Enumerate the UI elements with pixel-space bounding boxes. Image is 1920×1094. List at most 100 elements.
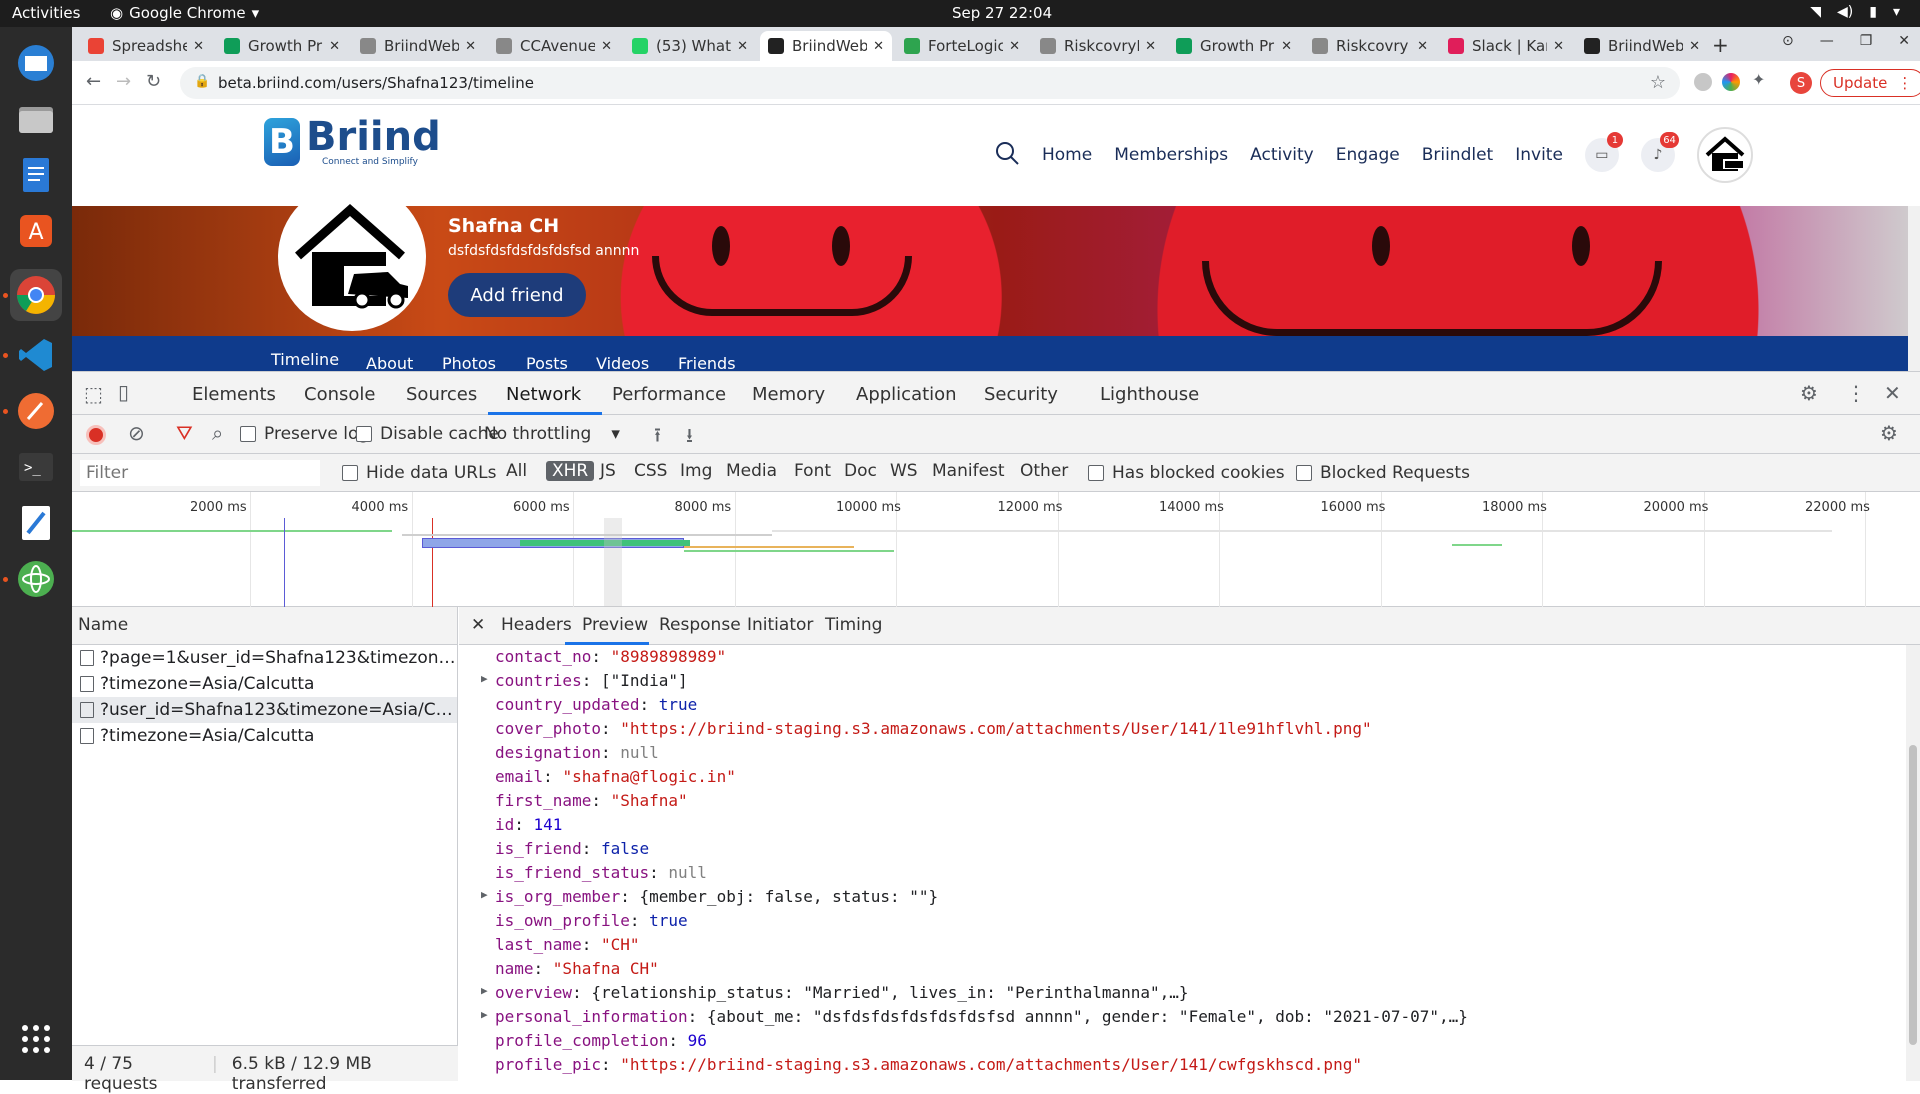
tab-posts[interactable]: Posts bbox=[526, 354, 568, 371]
filter-js[interactable]: JS bbox=[600, 461, 616, 481]
briind-logo[interactable]: B Briind Connect and Simplify bbox=[264, 117, 441, 167]
add-friend-button[interactable]: Add friend bbox=[448, 273, 586, 317]
filter-ws[interactable]: WS bbox=[890, 461, 918, 481]
tab-close-icon[interactable]: ✕ bbox=[601, 39, 612, 54]
app-menu[interactable]: ◉ Google Chrome ▾ bbox=[110, 4, 259, 22]
postman-icon[interactable] bbox=[10, 385, 62, 437]
bookmark-star-icon[interactable]: ☆ bbox=[1650, 72, 1666, 93]
minimize-button[interactable]: — bbox=[1820, 33, 1834, 49]
forward-button[interactable]: → bbox=[116, 71, 131, 92]
profile-picture[interactable] bbox=[278, 183, 426, 331]
tab-friends[interactable]: Friends bbox=[678, 354, 736, 371]
activities-button[interactable]: Activities bbox=[12, 4, 80, 22]
tab-security[interactable]: Security bbox=[984, 384, 1058, 405]
close-devtools-icon[interactable]: ✕ bbox=[1884, 381, 1901, 405]
request-row[interactable]: ?timezone=Asia/Calcutta bbox=[72, 723, 457, 749]
maximize-button[interactable]: ❐ bbox=[1860, 33, 1873, 49]
preview-scrollbar[interactable] bbox=[1906, 645, 1920, 1081]
preview-property-row[interactable]: ▶ is_org_member: {member_obj: false, stat… bbox=[459, 885, 1899, 909]
request-row-selected[interactable]: ?user_id=Shafna123&timezone=Asia/Calcutt… bbox=[72, 697, 457, 723]
thunderbird-icon[interactable] bbox=[10, 37, 62, 89]
tab-lighthouse[interactable]: Lighthouse bbox=[1100, 384, 1199, 405]
tab-close-icon[interactable]: ✕ bbox=[1009, 39, 1020, 54]
tab-close-icon[interactable]: ✕ bbox=[465, 39, 476, 54]
tab-network[interactable]: Network bbox=[506, 384, 581, 405]
tab-console[interactable]: Console bbox=[304, 384, 375, 405]
tab-timeline[interactable]: Timeline bbox=[271, 350, 339, 369]
filter-img[interactable]: Img bbox=[680, 461, 712, 481]
hide-data-urls-checkbox[interactable]: Hide data URLs bbox=[342, 463, 496, 483]
tab-close-icon[interactable]: ✕ bbox=[737, 39, 748, 54]
tab-close-icon[interactable]: ✕ bbox=[193, 39, 204, 54]
tab-elements[interactable]: Elements bbox=[192, 384, 276, 405]
name-column-header[interactable]: Name bbox=[72, 607, 457, 645]
tab-timing[interactable]: Timing bbox=[825, 615, 882, 635]
tab-close-icon[interactable]: ✕ bbox=[1689, 39, 1700, 54]
browser-tab[interactable]: BriindWeb ✕ bbox=[760, 31, 892, 61]
filter-manifest[interactable]: Manifest bbox=[932, 461, 1005, 481]
page-scrollbar[interactable] bbox=[1908, 206, 1920, 371]
tab-application[interactable]: Application bbox=[856, 384, 957, 405]
settings-gear-icon[interactable]: ⚙ bbox=[1800, 381, 1818, 405]
request-row[interactable]: ?timezone=Asia/Calcutta bbox=[72, 671, 457, 697]
preview-property-row[interactable]: ▶ overview: {relationship_status: "Marrie… bbox=[459, 981, 1899, 1005]
network-overview-timeline[interactable]: 2000 ms 4000 ms 6000 ms 8000 ms 10000 ms 1200… bbox=[72, 492, 1920, 607]
tab-videos[interactable]: Videos bbox=[596, 354, 649, 371]
nav-invite[interactable]: Invite bbox=[1515, 145, 1563, 165]
browser-tab[interactable]: Riskcovry ✕ bbox=[1304, 31, 1436, 61]
search-icon[interactable] bbox=[994, 140, 1020, 171]
disable-cache-checkbox[interactable]: Disable cache bbox=[356, 424, 499, 444]
preview-property-row[interactable]: ▶ countries: ["India"] bbox=[459, 669, 1899, 693]
browser-tab[interactable]: Slack | Kar ✕ bbox=[1440, 31, 1572, 61]
lock-icon[interactable]: 🔒 bbox=[194, 74, 210, 89]
browser-tab[interactable]: CCAvenue ✕ bbox=[488, 31, 620, 61]
tab-sources[interactable]: Sources bbox=[406, 384, 477, 405]
tab-close-icon[interactable]: ✕ bbox=[1417, 39, 1428, 54]
browser-tab[interactable]: BriindWeb ✕ bbox=[1576, 31, 1708, 61]
tab-photos[interactable]: Photos bbox=[442, 354, 496, 371]
atom-icon[interactable] bbox=[10, 553, 62, 605]
browser-tab[interactable]: BriindWeb ✕ bbox=[352, 31, 484, 61]
filter-media[interactable]: Media bbox=[726, 461, 777, 481]
tab-close-icon[interactable]: ✕ bbox=[329, 39, 340, 54]
preserve-log-checkbox[interactable]: Preserve log bbox=[240, 424, 369, 444]
close-window-button[interactable]: ✕ bbox=[1898, 33, 1910, 49]
export-har-icon[interactable]: ⭳ bbox=[686, 421, 693, 455]
user-avatar[interactable] bbox=[1696, 127, 1753, 183]
show-apps-grid-icon[interactable] bbox=[10, 1013, 62, 1065]
tab-close-icon[interactable]: ✕ bbox=[1553, 39, 1564, 54]
tab-preview[interactable]: Preview bbox=[582, 615, 648, 635]
clock[interactable]: Sep 27 22:04 bbox=[952, 4, 1052, 22]
record-button[interactable] bbox=[86, 425, 106, 445]
files-icon[interactable] bbox=[10, 93, 62, 145]
tab-performance[interactable]: Performance bbox=[612, 384, 726, 405]
notifications-button[interactable]: ♪ 64 bbox=[1640, 132, 1679, 172]
back-button[interactable]: ← bbox=[86, 71, 101, 92]
filter-input[interactable] bbox=[80, 460, 320, 486]
vscode-icon[interactable] bbox=[10, 329, 62, 381]
import-har-icon[interactable]: ⭱ bbox=[654, 421, 661, 455]
browser-tab[interactable]: Growth Pr ✕ bbox=[216, 31, 348, 61]
tab-close-icon[interactable]: ✕ bbox=[1145, 39, 1156, 54]
extension-icon[interactable] bbox=[1694, 73, 1712, 91]
expand-triangle-icon[interactable]: ▶ bbox=[481, 672, 488, 685]
tab-initiator[interactable]: Initiator bbox=[747, 615, 813, 635]
tab-response[interactable]: Response bbox=[659, 615, 741, 635]
browser-tab[interactable]: RiskcovryE ✕ bbox=[1032, 31, 1164, 61]
filter-xhr[interactable]: XHR bbox=[546, 461, 595, 481]
preview-property-row[interactable]: ▶ personal_information: {about_me: "dsfds… bbox=[459, 1005, 1899, 1029]
blocked-requests-checkbox[interactable]: Blocked Requests bbox=[1296, 463, 1470, 483]
filter-css[interactable]: CSS bbox=[634, 461, 667, 481]
tab-headers[interactable]: Headers bbox=[501, 615, 572, 635]
extension-color-icon[interactable] bbox=[1722, 73, 1740, 91]
address-bar[interactable]: 🔒 beta.briind.com/users/Shafna123/timeli… bbox=[180, 67, 1680, 99]
filter-all[interactable]: All bbox=[506, 461, 527, 481]
tab-close-icon[interactable]: ✕ bbox=[873, 39, 884, 54]
new-tab-button[interactable]: + bbox=[1712, 33, 1729, 57]
filter-other[interactable]: Other bbox=[1020, 461, 1068, 481]
messages-button[interactable]: ▭ 1 bbox=[1584, 132, 1623, 172]
text-editor-icon[interactable] bbox=[10, 497, 62, 549]
nav-briindlet[interactable]: Briindlet bbox=[1422, 145, 1494, 165]
extensions-puzzle-icon[interactable]: ✦ bbox=[1752, 70, 1770, 89]
nav-memberships[interactable]: Memberships bbox=[1114, 145, 1228, 165]
